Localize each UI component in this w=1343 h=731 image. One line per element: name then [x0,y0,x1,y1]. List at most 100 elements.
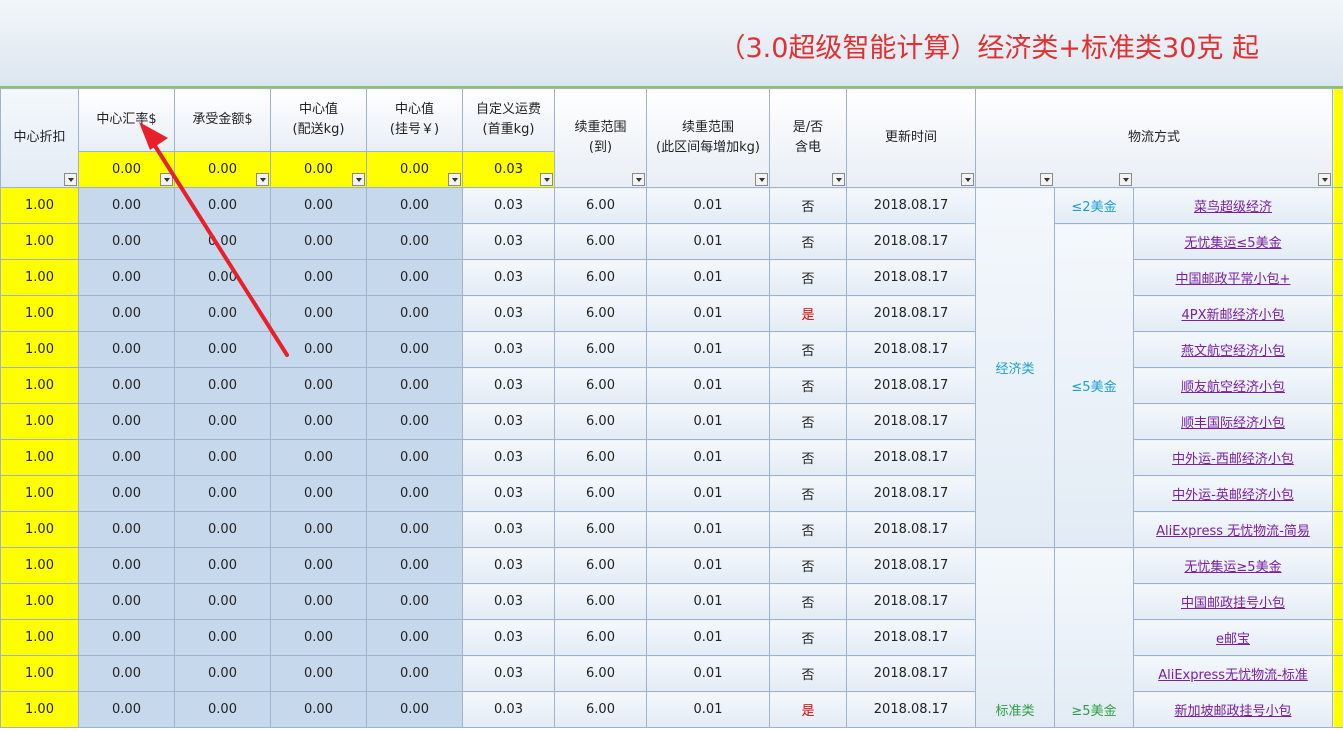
logistics-method-cell[interactable]: 顺友航空经济小包 [1133,367,1333,404]
table-cell-elec[interactable]: 否 [769,403,847,440]
logistics-method-cell[interactable]: 无忧集运≤5美金 [1133,223,1333,260]
logistics-method-link[interactable]: 中外运-西邮经济小包 [1172,452,1294,467]
logistics-method-link[interactable]: e邮宝 [1216,632,1250,647]
table-cell-rate[interactable]: 0.00 [78,439,175,476]
table-cell-send[interactable]: 0.00 [270,511,367,548]
table-cell-date[interactable]: 2018.08.17 [846,439,976,476]
logistics-method-cell[interactable]: AliExpress无忧物流-标准 [1133,655,1333,692]
table-cell-d[interactable]: 1.00 [0,259,79,296]
table-cell-date[interactable]: 2018.08.17 [846,403,976,440]
table-cell-date[interactable]: 2018.08.17 [846,223,976,260]
header-range-to[interactable]: 续重范围 (到) [554,88,647,188]
filter-dropdown-icon[interactable] [160,173,173,186]
table-cell-acc[interactable]: 0.00 [174,259,271,296]
table-cell-reg[interactable]: 0.00 [366,331,463,368]
table-cell-cust[interactable]: 0.03 [462,367,555,404]
table-cell-rate[interactable]: 0.00 [78,619,175,656]
table-cell-inc[interactable]: 0.01 [646,259,770,296]
table-cell-acc[interactable]: 0.00 [174,439,271,476]
logistics-method-link[interactable]: 中国邮政挂号小包 [1181,596,1285,611]
table-cell-to[interactable]: 6.00 [554,223,647,260]
table-cell-date[interactable]: 2018.08.17 [846,331,976,368]
table-cell-reg[interactable]: 0.00 [366,511,463,548]
table-cell-elec[interactable]: 否 [769,439,847,476]
table-cell-date[interactable]: 2018.08.17 [846,187,976,224]
logistics-method-link[interactable]: 无忧集运≥5美金 [1184,560,1281,575]
logistics-method-link[interactable]: AliExpress无忧物流-标准 [1158,668,1308,683]
table-cell-to[interactable]: 6.00 [554,691,647,728]
header-logistics[interactable]: 物流方式 [975,88,1333,188]
table-cell-cust[interactable]: 0.03 [462,187,555,224]
table-cell-to[interactable]: 6.00 [554,511,647,548]
table-cell-inc[interactable]: 0.01 [646,367,770,404]
table-cell-cust[interactable]: 0.03 [462,511,555,548]
table-cell-d[interactable]: 1.00 [0,367,79,404]
table-cell-send[interactable]: 0.00 [270,403,367,440]
table-cell-send[interactable]: 0.00 [270,547,367,584]
table-cell-elec[interactable]: 否 [769,223,847,260]
table-cell-reg[interactable]: 0.00 [366,295,463,332]
table-cell-to[interactable]: 6.00 [554,187,647,224]
table-cell-d[interactable]: 1.00 [0,583,79,620]
header-range-inc[interactable]: 续重范围 (此区间每增加kg) [646,88,770,188]
logistics-method-cell[interactable]: 中外运-西邮经济小包 [1133,439,1333,476]
header-accept-value[interactable]: 0.00 [174,151,271,188]
table-cell-rate[interactable]: 0.00 [78,223,175,260]
logistics-method-cell[interactable]: 4PX新邮经济小包 [1133,295,1333,332]
table-cell-to[interactable]: 6.00 [554,367,647,404]
logistics-method-link[interactable]: 燕文航空经济小包 [1181,344,1285,359]
table-cell-elec[interactable]: 否 [769,259,847,296]
table-cell-reg[interactable]: 0.00 [366,439,463,476]
header-rate[interactable]: 中心汇率$ [78,88,175,152]
table-cell-reg[interactable]: 0.00 [366,259,463,296]
table-cell-elec[interactable]: 否 [769,367,847,404]
logistics-method-cell[interactable]: 无忧集运≥5美金 [1133,547,1333,584]
table-cell-reg[interactable]: 0.00 [366,187,463,224]
table-cell-d[interactable]: 1.00 [0,655,79,692]
table-cell-acc[interactable]: 0.00 [174,331,271,368]
filter-dropdown-icon[interactable] [832,173,845,186]
table-cell-rate[interactable]: 0.00 [78,367,175,404]
table-cell-acc[interactable]: 0.00 [174,511,271,548]
table-cell-send[interactable]: 0.00 [270,655,367,692]
table-cell-rate[interactable]: 0.00 [78,295,175,332]
table-cell-inc[interactable]: 0.01 [646,295,770,332]
logistics-method-link[interactable]: 新加坡邮政挂号小包 [1174,704,1291,719]
table-cell-acc[interactable]: 0.00 [174,187,271,224]
table-cell-to[interactable]: 6.00 [554,655,647,692]
table-cell-elec[interactable]: 否 [769,511,847,548]
logistics-method-link[interactable]: 4PX新邮经济小包 [1181,308,1284,323]
table-cell-rate[interactable]: 0.00 [78,583,175,620]
table-cell-d[interactable]: 1.00 [0,187,79,224]
table-cell-d[interactable]: 1.00 [0,403,79,440]
table-cell-inc[interactable]: 0.01 [646,655,770,692]
logistics-method-cell[interactable]: 新加坡邮政挂号小包 [1133,691,1333,728]
table-cell-d[interactable]: 1.00 [0,547,79,584]
table-cell-elec[interactable]: 否 [769,547,847,584]
table-cell-inc[interactable]: 0.01 [646,619,770,656]
table-cell-send[interactable]: 0.00 [270,619,367,656]
table-cell-reg[interactable]: 0.00 [366,475,463,512]
table-cell-reg[interactable]: 0.00 [366,619,463,656]
table-cell-inc[interactable]: 0.01 [646,583,770,620]
logistics-method-link[interactable]: 中国邮政平常小包+ [1176,272,1291,287]
header-center-send-value[interactable]: 0.00 [270,151,367,188]
table-cell-date[interactable]: 2018.08.17 [846,547,976,584]
table-cell-acc[interactable]: 0.00 [174,403,271,440]
logistics-method-cell[interactable]: 燕文航空经济小包 [1133,331,1333,368]
table-cell-cust[interactable]: 0.03 [462,547,555,584]
table-cell-date[interactable]: 2018.08.17 [846,655,976,692]
header-discount[interactable]: 中心折扣 [0,88,79,188]
table-cell-inc[interactable]: 0.01 [646,511,770,548]
table-cell-rate[interactable]: 0.00 [78,187,175,224]
table-cell-rate[interactable]: 0.00 [78,403,175,440]
table-cell-to[interactable]: 6.00 [554,583,647,620]
table-cell-rate[interactable]: 0.00 [78,691,175,728]
table-cell-d[interactable]: 1.00 [0,475,79,512]
table-cell-elec[interactable]: 否 [769,331,847,368]
table-cell-cust[interactable]: 0.03 [462,259,555,296]
table-cell-to[interactable]: 6.00 [554,259,647,296]
table-cell-d[interactable]: 1.00 [0,295,79,332]
table-cell-to[interactable]: 6.00 [554,295,647,332]
table-cell-send[interactable]: 0.00 [270,583,367,620]
